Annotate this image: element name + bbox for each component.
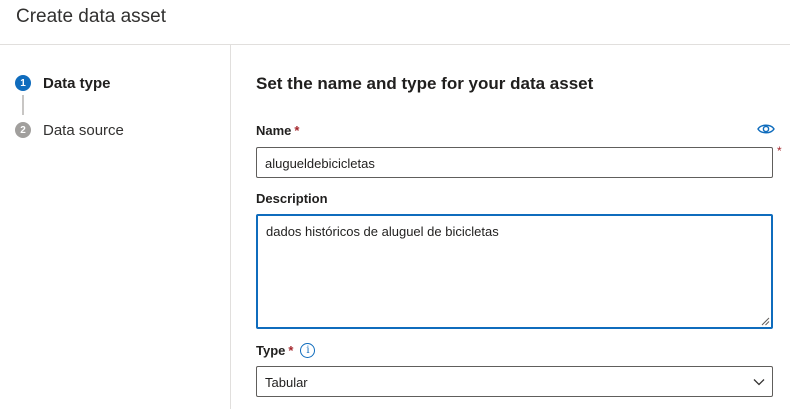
- step-data-source[interactable]: 2 Data source: [15, 120, 124, 140]
- step-data-type[interactable]: 1 Data type: [15, 73, 111, 93]
- name-label-text: Name: [256, 123, 292, 138]
- eye-icon[interactable]: [757, 122, 775, 136]
- type-label-text: Type: [256, 343, 286, 358]
- step-number-2: 2: [15, 122, 31, 138]
- info-icon[interactable]: i: [300, 343, 316, 358]
- wizard-steps: 1 Data type 2 Data source: [0, 45, 231, 409]
- step-number-1: 1: [15, 75, 31, 91]
- header: Create data asset: [0, 0, 790, 45]
- type-dropdown[interactable]: Tabular: [256, 366, 773, 397]
- section-title: Set the name and type for your data asse…: [256, 74, 594, 93]
- resize-handle-icon[interactable]: [760, 316, 770, 326]
- page-title: Create data asset: [16, 6, 166, 27]
- name-label: Name *: [256, 123, 299, 138]
- step-connector: [22, 95, 24, 115]
- description-label: Description: [256, 191, 328, 206]
- step-label-data-source: Data source: [43, 121, 124, 139]
- type-required-marker: *: [288, 343, 294, 358]
- name-input[interactable]: alugueldebicicletas: [256, 147, 773, 178]
- description-textarea[interactable]: dados históricos de aluguel de bicicleta…: [256, 214, 773, 329]
- description-value: dados históricos de aluguel de bicicleta…: [266, 224, 499, 239]
- name-input-value: alugueldebicicletas: [265, 156, 375, 171]
- name-required-marker: *: [294, 123, 300, 138]
- chevron-down-icon: [753, 379, 765, 386]
- name-side-required-marker: *: [777, 144, 782, 158]
- type-selected-value: Tabular: [265, 375, 308, 390]
- type-label: Type * i: [256, 343, 316, 358]
- step-label-data-type: Data type: [43, 74, 111, 92]
- main-panel: Set the name and type for your data asse…: [231, 45, 790, 409]
